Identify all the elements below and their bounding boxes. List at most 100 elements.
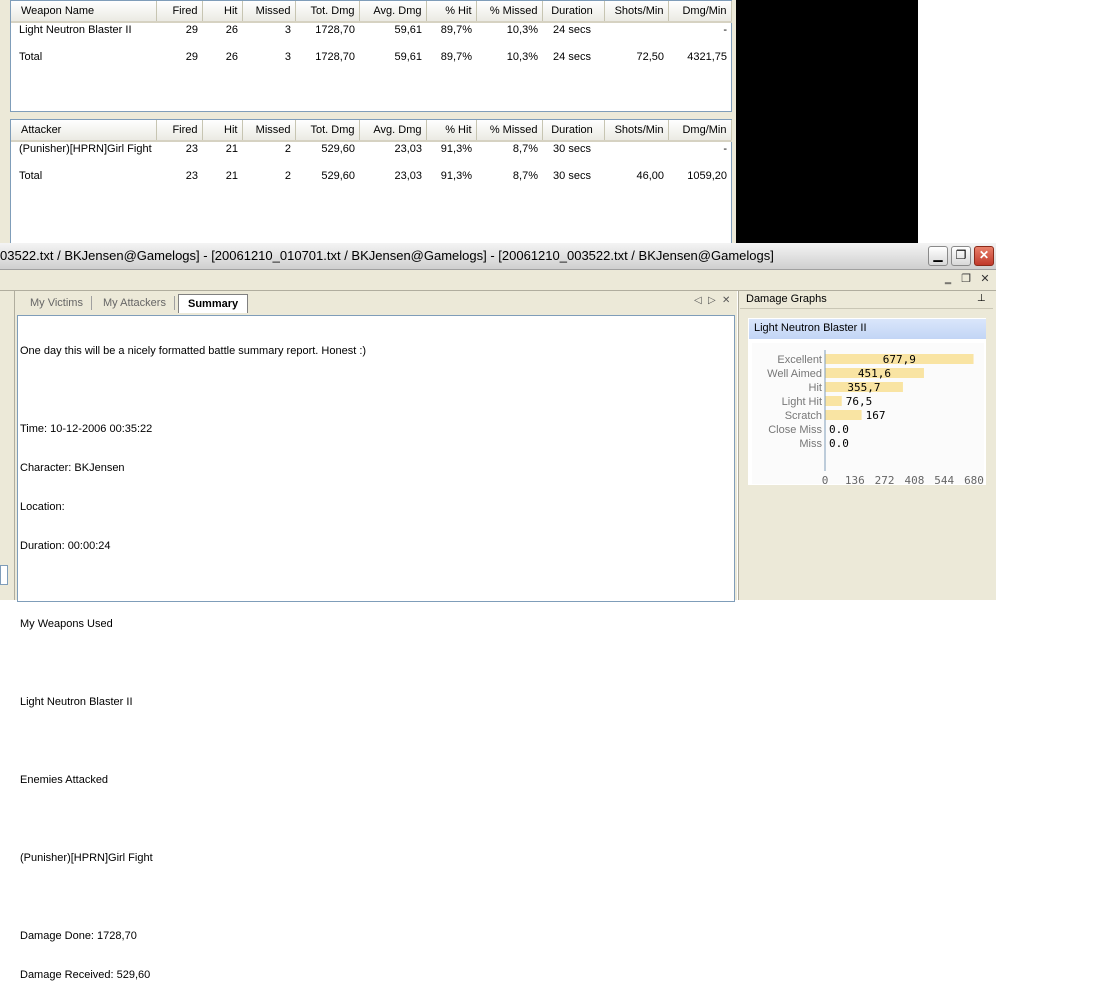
header-shots-min[interactable]: Shots/Min bbox=[604, 1, 669, 23]
cell-missed: 2 bbox=[284, 143, 291, 155]
summary-line: Duration: 00:00:24 bbox=[20, 540, 111, 552]
category-label: Well Aimed bbox=[767, 368, 822, 380]
cell-hit: 26 bbox=[225, 51, 238, 63]
cell-hit: 21 bbox=[225, 170, 238, 182]
cell-attacker: (Punisher)[HPRN]Girl Fight bbox=[19, 143, 152, 155]
mdi-restore-button[interactable]: ❐ bbox=[958, 271, 974, 287]
summary-line: ​ bbox=[20, 891, 366, 904]
cell-avg-dmg: 23,03 bbox=[394, 170, 422, 182]
value-label: 167 bbox=[866, 409, 886, 422]
cell-weapon-name: Light Neutron Blaster II bbox=[19, 24, 132, 36]
table-row[interactable]: Total 29 26 3 1728,70 59,61 89,7% 10,3% … bbox=[11, 50, 731, 64]
header-shots-min[interactable]: Shots/Min bbox=[604, 120, 669, 142]
cell-missed: 3 bbox=[284, 24, 291, 36]
summary-line: ​ bbox=[20, 735, 366, 748]
value-label: 677,9 bbox=[883, 353, 916, 366]
cell-pct-missed: 10,3% bbox=[506, 24, 538, 36]
tab-summary[interactable]: Summary bbox=[178, 294, 249, 313]
cell-shots-min: ​ bbox=[604, 22, 668, 37]
x-tick-label: 272 bbox=[875, 474, 895, 485]
cell-pct-missed: 10,3% bbox=[506, 51, 538, 63]
cell-avg-dmg: 59,61 bbox=[394, 24, 422, 36]
x-tick-label: 0 bbox=[822, 474, 829, 485]
table-row[interactable]: (Punisher)[HPRN]Girl Fight 23 21 2 529,6… bbox=[11, 141, 731, 156]
summary-line: ​ bbox=[20, 813, 366, 826]
value-label: 0.0 bbox=[829, 423, 849, 436]
cell-duration: 24 secs bbox=[553, 24, 591, 36]
summary-line: Damage Received: 529,60 bbox=[20, 969, 151, 981]
summary-line: Time: 10-12-2006 00:35:22 bbox=[20, 423, 153, 435]
pin-icon[interactable]: ⊥ bbox=[977, 293, 986, 304]
left-panel-scroll-box[interactable] bbox=[0, 565, 8, 585]
mdi-minimize-button[interactable]: ‗ bbox=[940, 271, 956, 287]
header-hit[interactable]: Hit bbox=[202, 1, 243, 23]
header-avg-dmg[interactable]: Avg. Dmg bbox=[359, 120, 427, 142]
cell-avg-dmg: 23,03 bbox=[394, 143, 422, 155]
summary-line: ​ bbox=[20, 657, 366, 670]
window-title: 03522.txt / BKJensen@Gamelogs] - [200612… bbox=[0, 248, 774, 263]
header-pct-missed[interactable]: % Missed bbox=[476, 1, 543, 23]
cell-duration: 30 secs bbox=[553, 143, 591, 155]
header-dmg-min[interactable]: Dmg/Min bbox=[668, 1, 732, 23]
header-pct-hit[interactable]: % Hit bbox=[426, 1, 477, 23]
spacer-row bbox=[11, 37, 731, 50]
category-label: Close Miss bbox=[768, 424, 822, 436]
cell-dmg-min: 4321,75 bbox=[687, 51, 727, 63]
header-missed[interactable]: Missed bbox=[242, 1, 296, 23]
cell-dmg-min: 1059,20 bbox=[687, 170, 727, 182]
x-tick-label: 680 bbox=[964, 474, 984, 485]
close-button[interactable]: ✕ bbox=[974, 246, 994, 266]
header-weapon-name[interactable]: Weapon Name bbox=[11, 1, 157, 23]
cell-missed: 2 bbox=[284, 170, 291, 182]
header-missed[interactable]: Missed bbox=[242, 120, 296, 142]
cell-pct-hit: 91,3% bbox=[440, 143, 472, 155]
desktop-white-right bbox=[996, 243, 1100, 600]
weapons-grid[interactable]: Weapon Name Fired Hit Missed Tot. Dmg Av… bbox=[10, 0, 732, 112]
tab-my-attackers[interactable]: My Attackers bbox=[94, 294, 175, 312]
weapons-table: Weapon Name Fired Hit Missed Tot. Dmg Av… bbox=[11, 1, 732, 64]
cell-duration: 24 secs bbox=[553, 51, 591, 63]
tab-next-icon[interactable]: ▷ bbox=[708, 295, 716, 306]
header-duration[interactable]: Duration bbox=[542, 1, 605, 23]
left-panel-edge bbox=[0, 291, 15, 600]
header-hit[interactable]: Hit bbox=[202, 120, 243, 142]
summary-line: Light Neutron Blaster II bbox=[20, 696, 133, 708]
cell-shots-min: 46,00 bbox=[636, 170, 664, 182]
header-attacker[interactable]: Attacker bbox=[11, 120, 157, 142]
cell-avg-dmg: 59,61 bbox=[394, 51, 422, 63]
stats-window: Weapon Name Fired Hit Missed Tot. Dmg Av… bbox=[0, 0, 736, 244]
cell-fired: 23 bbox=[185, 143, 198, 155]
table-row[interactable]: Light Neutron Blaster II 29 26 3 1728,70… bbox=[11, 22, 731, 37]
bar bbox=[825, 396, 842, 406]
summary-line: Character: BKJensen bbox=[20, 462, 125, 474]
summary-report: One day this will be a nicely formatted … bbox=[20, 319, 366, 995]
cell-fired: 23 bbox=[185, 170, 198, 182]
header-avg-dmg[interactable]: Avg. Dmg bbox=[359, 1, 427, 23]
header-pct-missed[interactable]: % Missed bbox=[476, 120, 543, 142]
weapons-header-row: Weapon Name Fired Hit Missed Tot. Dmg Av… bbox=[11, 1, 732, 23]
mdi-close-button[interactable]: ✕ bbox=[977, 271, 993, 287]
tab-prev-icon[interactable]: ◁ bbox=[694, 295, 702, 306]
value-label: 355,7 bbox=[847, 381, 880, 394]
cell-weapon-name: Total bbox=[19, 51, 43, 63]
minimize-button[interactable]: ▁ bbox=[928, 246, 948, 266]
tab-close-icon[interactable]: ✕ bbox=[722, 295, 730, 306]
header-tot-dmg[interactable]: Tot. Dmg bbox=[295, 120, 360, 142]
bar bbox=[825, 410, 862, 420]
header-dmg-min[interactable]: Dmg/Min bbox=[668, 120, 732, 142]
table-row[interactable]: Total 23 21 2 529,60 23,03 91,3% 8,7% 30… bbox=[11, 169, 731, 183]
header-tot-dmg[interactable]: Tot. Dmg bbox=[295, 1, 360, 23]
tab-my-victims[interactable]: My Victims bbox=[21, 294, 92, 312]
restore-button[interactable]: ❐ bbox=[951, 246, 971, 266]
header-fired[interactable]: Fired bbox=[156, 1, 203, 23]
attackers-table: Attacker Fired Hit Missed Tot. Dmg Avg. … bbox=[11, 120, 732, 183]
attackers-grid[interactable]: Attacker Fired Hit Missed Tot. Dmg Avg. … bbox=[10, 119, 732, 244]
cell-duration: 30 secs bbox=[553, 170, 591, 182]
category-label: Excellent bbox=[777, 354, 822, 366]
header-fired[interactable]: Fired bbox=[156, 120, 203, 142]
header-duration[interactable]: Duration bbox=[542, 120, 605, 142]
attackers-header-row: Attacker Fired Hit Missed Tot. Dmg Avg. … bbox=[11, 120, 732, 142]
x-tick-label: 136 bbox=[845, 474, 865, 485]
cell-fired: 29 bbox=[185, 24, 198, 36]
header-pct-hit[interactable]: % Hit bbox=[426, 120, 477, 142]
